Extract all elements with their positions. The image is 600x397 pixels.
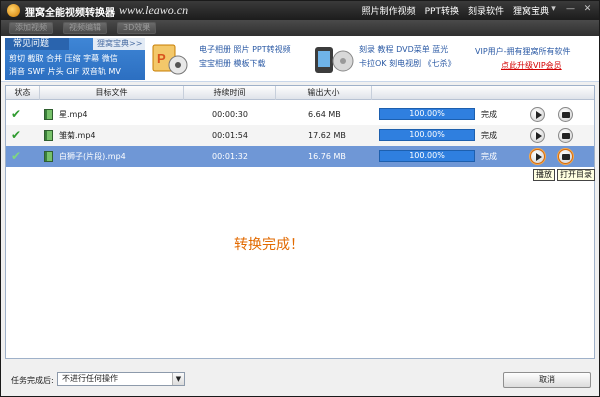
faq-tab[interactable]: 常见问题 xyxy=(5,38,69,50)
output-size: 17.62 MB xyxy=(308,131,346,140)
task-state: 完成 xyxy=(481,131,497,140)
svg-text:P: P xyxy=(157,51,166,66)
after-task-label: 任务完成后: xyxy=(11,376,54,385)
site-url: www.leawo.cn xyxy=(119,3,189,17)
vip-description: VIP用户-拥有狸窝所有软件 xyxy=(475,47,571,56)
app-title: 狸窝全能视频转换器 xyxy=(25,8,115,19)
promo-banner: 常见问题 狸窝宝典>> 剪切 截取 合并 压缩 字幕 微信 消音 SWF 片头 … xyxy=(1,36,599,82)
leawo-guide-link[interactable]: 狸窝宝典>> xyxy=(93,38,145,50)
faq-panel: 常见问题 狸窝宝典>> 剪切 截取 合并 压缩 字幕 微信 消音 SWF 片头 … xyxy=(5,38,145,80)
menu-burn-software[interactable]: 刻录软件 xyxy=(468,4,504,17)
file-name: 星.mp4 xyxy=(59,110,88,119)
dropdown-icon[interactable]: ▾ xyxy=(548,4,559,15)
video-file-icon xyxy=(44,109,53,120)
title-bar: 狸窝全能视频转换器 www.leawo.cn 照片制作视频 PPT转换 刻录软件… xyxy=(1,1,599,20)
table-header: 状态 目标文件 持续时间 输出大小 xyxy=(6,86,594,100)
video-file-icon xyxy=(44,130,53,141)
col-output-size[interactable]: 输出大小 xyxy=(276,86,372,100)
play-tooltip: 播放 xyxy=(533,169,555,181)
table-row[interactable]: ✔ 星.mp4 00:00:30 6.64 MB 100.00% 完成 xyxy=(6,104,594,125)
col-progress xyxy=(372,86,594,100)
minimize-icon[interactable]: — xyxy=(565,4,576,15)
after-task-select[interactable]: 不进行任何操作 ▼ xyxy=(57,372,185,386)
top-menu: 照片制作视频 PPT转换 刻录软件 狸窝宝典 xyxy=(362,4,549,17)
check-icon: ✔ xyxy=(11,149,22,163)
play-button[interactable] xyxy=(530,128,545,143)
open-folder-button[interactable] xyxy=(558,149,573,164)
col-duration[interactable]: 持续时间 xyxy=(184,86,276,100)
table-row[interactable]: ✔ 雏菊.mp4 00:01:54 17.62 MB 100.00% 完成 xyxy=(6,125,594,146)
faq-links-row1[interactable]: 剪切 截取 合并 压缩 字幕 微信 xyxy=(9,53,118,64)
dvd-device-icon[interactable] xyxy=(313,41,355,77)
duration: 00:00:30 xyxy=(212,110,248,119)
ppt-video-icon[interactable]: P xyxy=(151,41,189,77)
play-button[interactable] xyxy=(530,149,545,164)
progress-bar: 100.00% xyxy=(379,129,475,141)
file-name: 雏菊.mp4 xyxy=(59,131,96,140)
conversion-complete-message: 转换完成！ xyxy=(234,237,304,253)
play-button[interactable] xyxy=(530,107,545,122)
promo-album-links[interactable]: 宝宝相册 模板下载 xyxy=(199,58,266,70)
table-row-selected[interactable]: ✔ 白狮子(片段).mp4 00:01:32 16.76 MB 100.00% … xyxy=(6,146,594,167)
video-file-icon xyxy=(44,151,53,162)
app-window: 狸窝全能视频转换器 www.leawo.cn 照片制作视频 PPT转换 刻录软件… xyxy=(0,0,600,397)
progress-bar: 100.00% xyxy=(379,108,475,120)
check-icon: ✔ xyxy=(11,107,22,121)
vip-upgrade-link[interactable]: 点此升级VIP会员 xyxy=(501,60,562,71)
after-task-select-value: 不进行任何操作 xyxy=(62,374,118,383)
add-video-button[interactable]: 添加视频 xyxy=(9,22,53,34)
open-folder-button[interactable] xyxy=(558,107,573,122)
open-folder-tooltip: 打开目录 xyxy=(557,169,595,181)
app-logo-icon xyxy=(7,4,20,17)
menu-photo-video[interactable]: 照片制作视频 xyxy=(362,4,416,17)
task-table: 状态 目标文件 持续时间 输出大小 ✔ 星.mp4 00:00:30 6.64 … xyxy=(5,85,595,359)
open-folder-button[interactable] xyxy=(558,128,573,143)
progress-bar: 100.00% xyxy=(379,150,475,162)
duration: 00:01:32 xyxy=(212,152,248,161)
check-icon: ✔ xyxy=(11,128,22,142)
file-name: 白狮子(片段).mp4 xyxy=(59,152,126,161)
edit-video-button[interactable]: 视频编辑 xyxy=(63,22,107,34)
col-target-file[interactable]: 目标文件 xyxy=(40,86,184,100)
promo-photo-links[interactable]: 电子相册 照片 PPT转视频 xyxy=(199,44,291,56)
col-status[interactable]: 状态 xyxy=(6,86,40,100)
menu-leawo-guide[interactable]: 狸窝宝典 xyxy=(513,4,549,17)
toolbar: 添加视频 视频编辑 3D效果 xyxy=(1,20,599,36)
3d-effect-button[interactable]: 3D效果 xyxy=(117,22,157,34)
output-size: 16.76 MB xyxy=(308,152,346,161)
menu-ppt-convert[interactable]: PPT转换 xyxy=(425,4,459,17)
promo-burn-links[interactable]: 刻录 教程 DVD菜单 蓝光 xyxy=(359,44,448,56)
task-state: 完成 xyxy=(481,152,497,161)
window-controls: ▾ — ✕ xyxy=(548,4,593,15)
promo-karaoke-links[interactable]: 卡拉OK 刻电视剧 《七杀》 xyxy=(359,58,456,70)
output-size: 6.64 MB xyxy=(308,110,341,119)
task-state: 完成 xyxy=(481,110,497,119)
cancel-button[interactable]: 取消 xyxy=(503,372,591,388)
chevron-down-icon[interactable]: ▼ xyxy=(172,373,184,385)
faq-links-row2[interactable]: 消音 SWF 片头 GIF 双音轨 MV xyxy=(9,66,121,77)
duration: 00:01:54 xyxy=(212,131,248,140)
close-icon[interactable]: ✕ xyxy=(582,4,593,15)
